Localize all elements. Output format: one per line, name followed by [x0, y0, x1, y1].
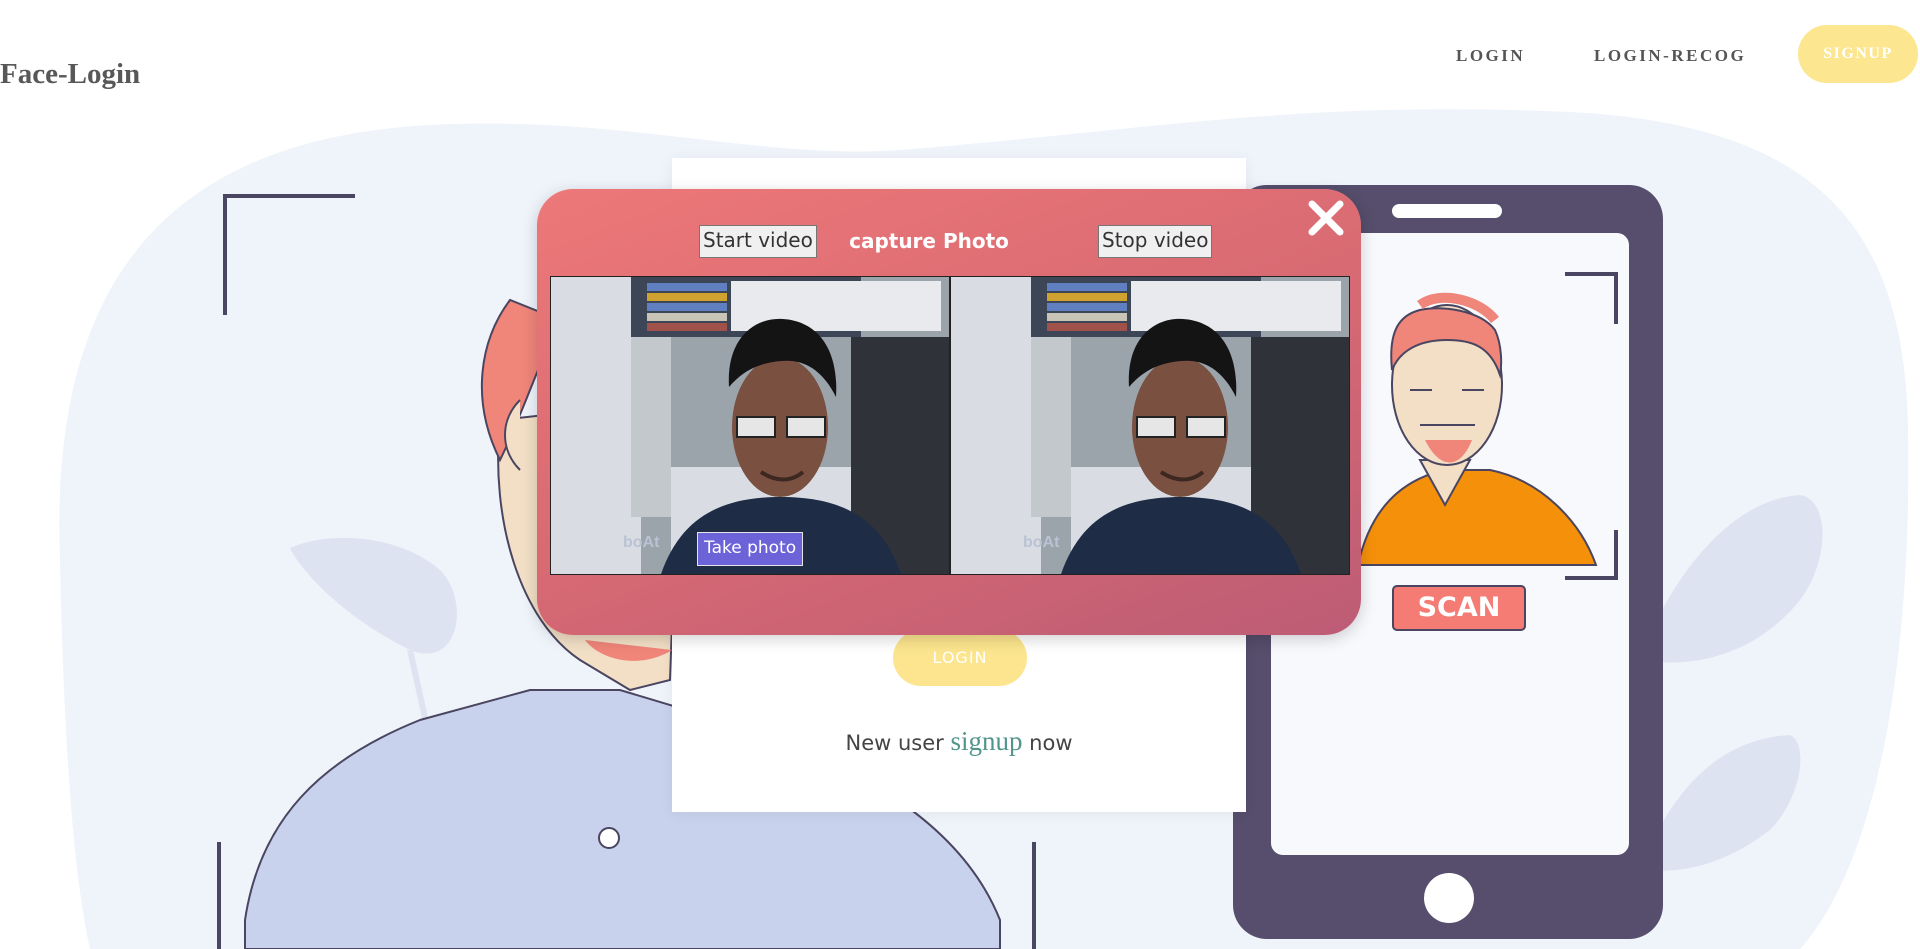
new-user-prefix: New user [845, 731, 944, 755]
bookshelf-books [647, 283, 727, 331]
scan-badge-label: SCAN [1417, 592, 1501, 623]
close-icon[interactable] [1303, 195, 1349, 241]
video-watermark: boAt [623, 534, 660, 551]
captured-photo: boAt [950, 276, 1350, 575]
snapshot-watermark: boAt [1023, 534, 1060, 551]
login-button[interactable]: LOGIN [893, 630, 1027, 686]
capture-photo-modal: Start video capture Photo Stop video boA… [537, 189, 1361, 635]
modal-title: capture Photo [849, 229, 1009, 253]
live-video-feed: boAt Take photo [550, 276, 950, 575]
take-photo-button[interactable]: Take photo [697, 532, 804, 566]
signup-link[interactable]: signup [950, 726, 1022, 756]
new-user-suffix: now [1029, 731, 1073, 755]
start-video-button[interactable]: Start video [699, 225, 817, 258]
stop-video-button[interactable]: Stop video [1098, 225, 1213, 258]
new-user-text: New user signup now [672, 726, 1246, 757]
scan-badge: SCAN [1392, 585, 1526, 631]
